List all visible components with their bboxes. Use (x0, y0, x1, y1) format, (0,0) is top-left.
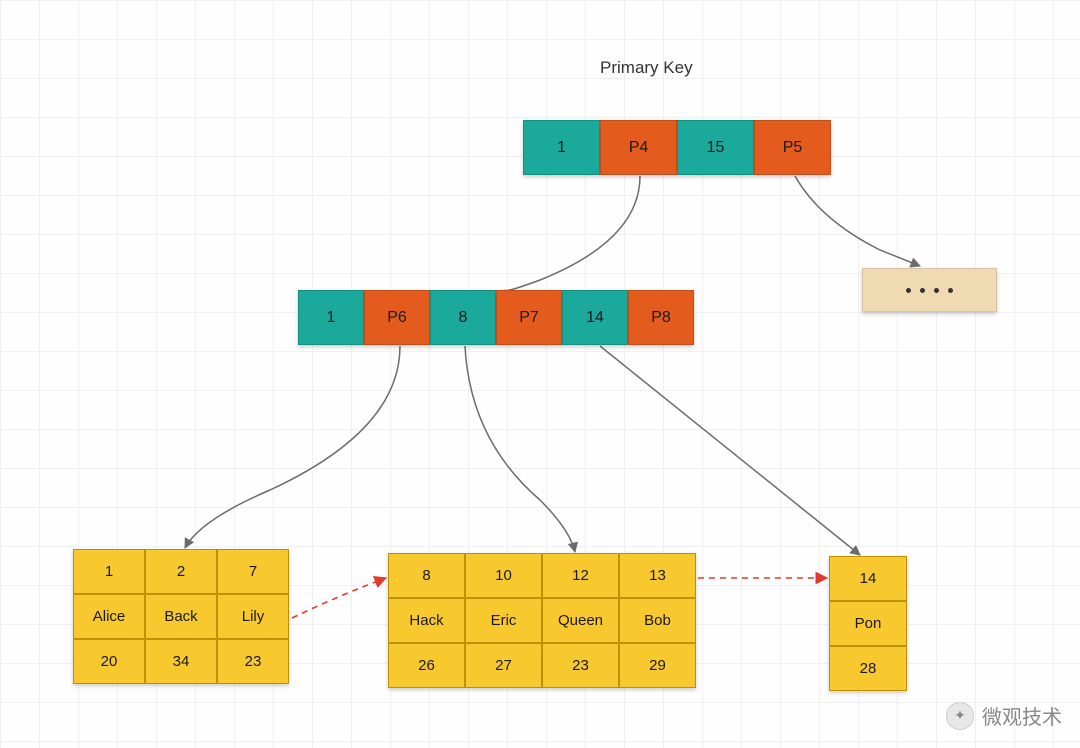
leaf-cell: 14 (829, 556, 907, 601)
leaf-node-3: 14 Pon 28 (829, 556, 907, 691)
internal-node: 1 P6 8 P7 14 P8 (298, 290, 694, 345)
leaf-cell: 28 (829, 646, 907, 691)
leaf-cell: 13 (619, 553, 696, 598)
dot (948, 288, 953, 293)
leaf-cell: 12 (542, 553, 619, 598)
internal-pointer: P8 (628, 290, 694, 345)
diagram-title: Primary Key (600, 58, 693, 78)
leaf-cell: Hack (388, 598, 465, 643)
leaf-cell: 23 (542, 643, 619, 688)
leaf-cell: 1 (73, 549, 145, 594)
leaf-cell: Bob (619, 598, 696, 643)
root-node: 1 P4 15 P5 (523, 120, 831, 175)
internal-key: 8 (430, 290, 496, 345)
internal-pointer: P6 (364, 290, 430, 345)
leaf-cell: 8 (388, 553, 465, 598)
ellipsis-node (862, 268, 997, 312)
internal-key: 14 (562, 290, 628, 345)
leaf-node-1: 1 2 7 Alice Back Lily 20 34 23 (73, 549, 289, 684)
leaf-cell: Pon (829, 601, 907, 646)
leaf-cell: Back (145, 594, 217, 639)
dot (934, 288, 939, 293)
leaf-cell: 26 (388, 643, 465, 688)
leaf-cell: 23 (217, 639, 289, 684)
internal-key: 1 (298, 290, 364, 345)
root-pointer: P5 (754, 120, 831, 175)
leaf-cell: 10 (465, 553, 542, 598)
root-key: 15 (677, 120, 754, 175)
leaf-cell: 29 (619, 643, 696, 688)
watermark-text: 微观技术 (982, 701, 1062, 730)
leaf-node-2: 8 10 12 13 Hack Eric Queen Bob 26 27 23 … (388, 553, 696, 688)
leaf-cell: Queen (542, 598, 619, 643)
leaf-cell: 27 (465, 643, 542, 688)
watermark: ✦ 微观技术 (946, 701, 1062, 730)
wechat-icon: ✦ (946, 702, 974, 730)
leaf-cell: 34 (145, 639, 217, 684)
leaf-cell: 20 (73, 639, 145, 684)
leaf-cell: 2 (145, 549, 217, 594)
internal-pointer: P7 (496, 290, 562, 345)
leaf-cell: Alice (73, 594, 145, 639)
leaf-cell: 7 (217, 549, 289, 594)
leaf-cell: Lily (217, 594, 289, 639)
root-pointer: P4 (600, 120, 677, 175)
leaf-cell: Eric (465, 598, 542, 643)
dot (920, 288, 925, 293)
dot (906, 288, 911, 293)
root-key: 1 (523, 120, 600, 175)
